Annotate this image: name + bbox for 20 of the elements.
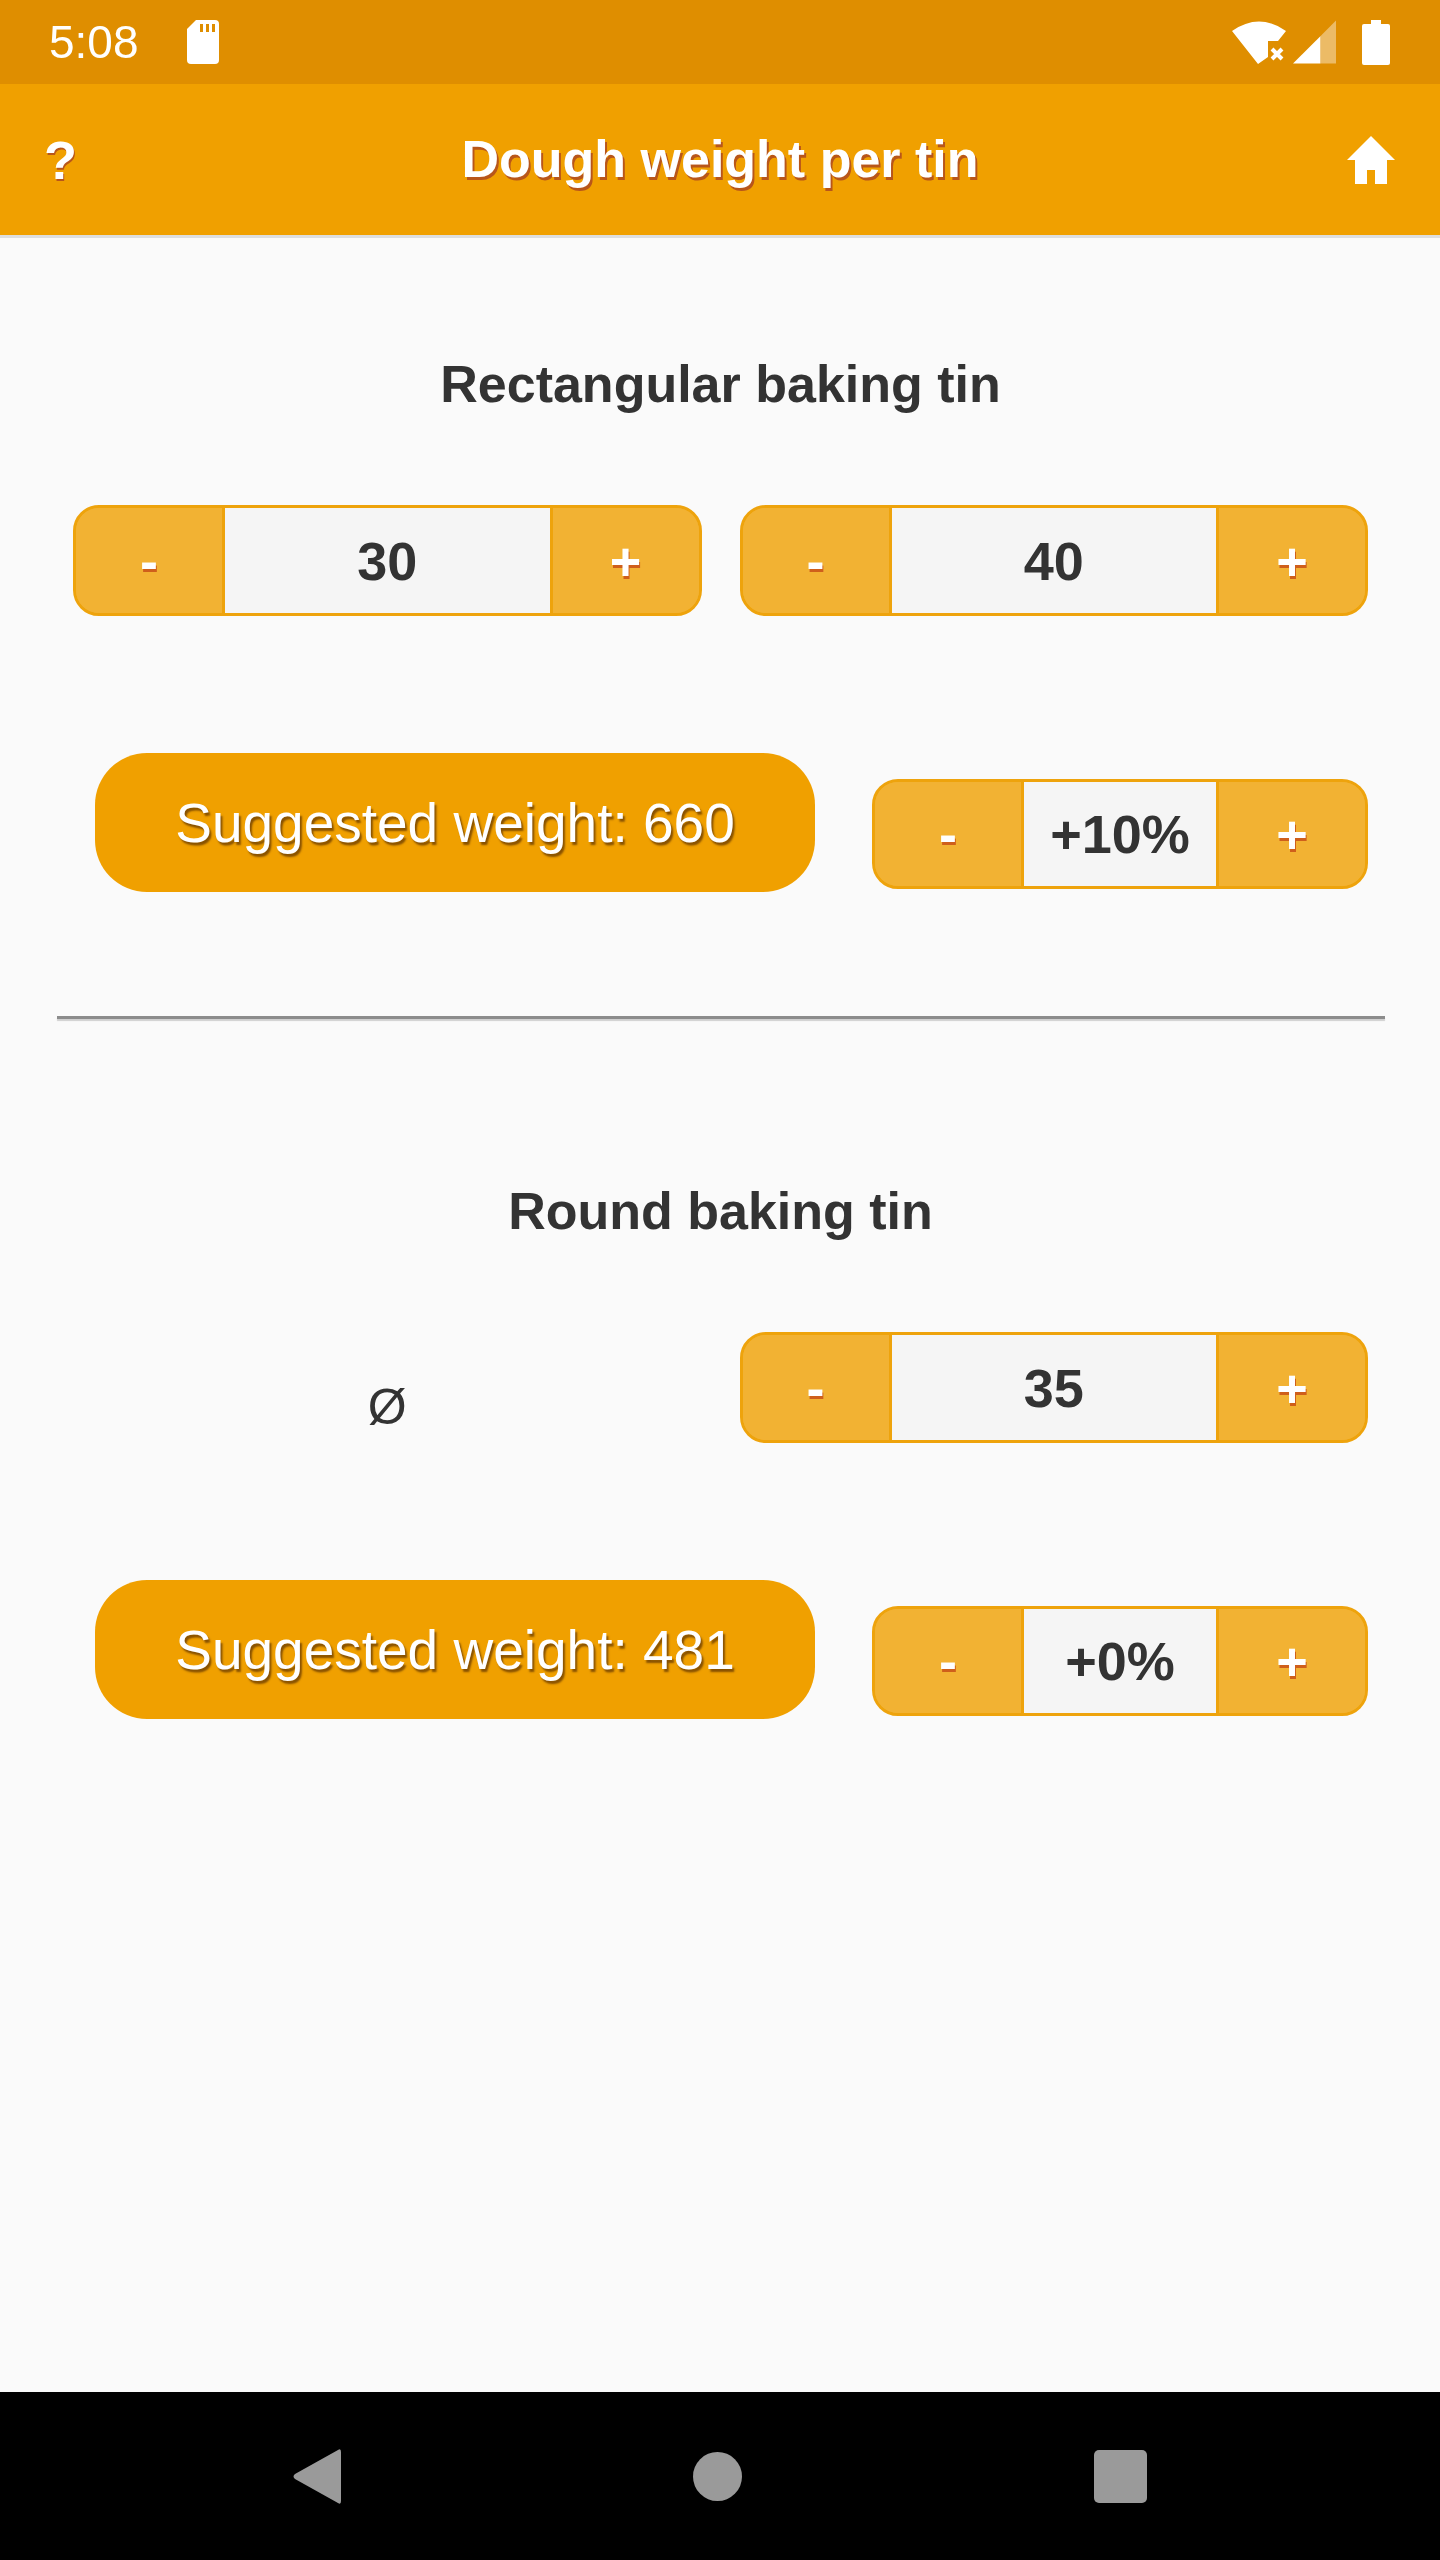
home-icon[interactable] <box>693 2451 742 2501</box>
signal-icon <box>1293 19 1336 65</box>
stepper-value: 35 <box>888 1335 1219 1440</box>
battery-icon <box>1362 19 1390 65</box>
sd-card-icon <box>186 20 219 64</box>
stepper-value: 30 <box>222 508 553 613</box>
wifi-off-icon <box>1232 19 1287 65</box>
suggested-weight-button[interactable]: Suggested weight: 660 <box>95 753 815 892</box>
screen-title: Dough weight per tin <box>461 129 979 191</box>
back-icon[interactable] <box>292 2447 341 2505</box>
suggested-weight-button[interactable]: Suggested weight: 481 <box>95 1580 815 1719</box>
stepper-value: 40 <box>888 508 1219 613</box>
clock-time: 5:08 <box>49 19 139 65</box>
stepper-value: +10% <box>1021 782 1219 886</box>
help-button[interactable]: ? <box>40 132 81 187</box>
section-heading: Round baking tin <box>507 1181 934 1241</box>
stepper-value: +0% <box>1021 1609 1219 1713</box>
recents-icon[interactable] <box>1094 2449 1147 2503</box>
section-heading: Rectangular baking tin <box>439 354 1002 414</box>
diameter-symbol: Ø <box>367 1381 407 1432</box>
